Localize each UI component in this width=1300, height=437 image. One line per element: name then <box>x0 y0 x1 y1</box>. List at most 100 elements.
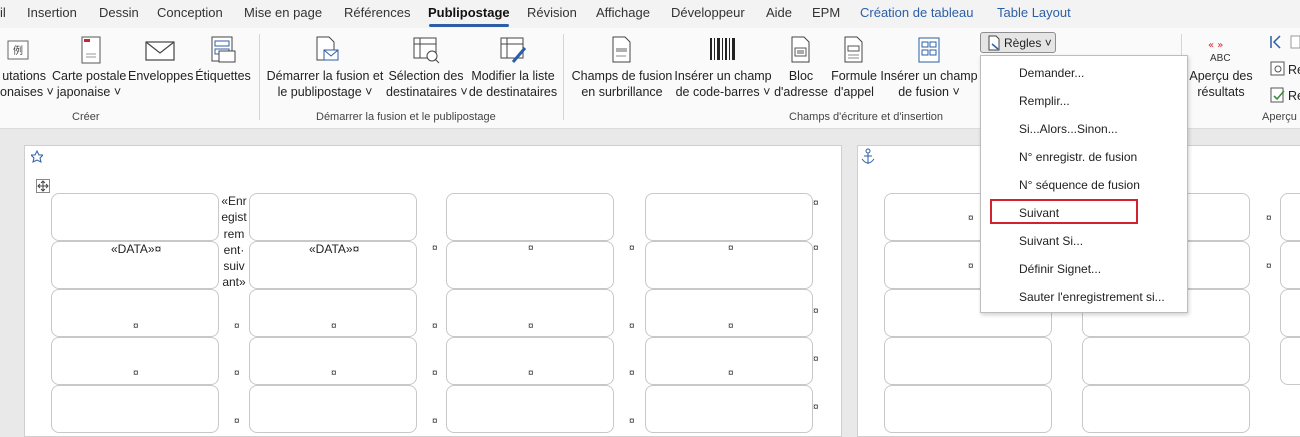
envelopes-label: Enveloppes <box>128 69 194 83</box>
highlight-merge-fields-label-2: en surbrillance <box>581 85 663 99</box>
end-of-row-mark: ¤ <box>813 243 819 254</box>
labels-icon <box>211 36 236 63</box>
end-of-cell-mark: ¤ <box>234 321 240 332</box>
address-block-icon <box>791 36 810 63</box>
tab-epm[interactable]: EPM <box>812 5 840 20</box>
tab-revision[interactable]: Révision <box>527 5 577 20</box>
insert-merge-field-icon <box>918 37 940 63</box>
rules-dropdown-button[interactable]: Règles ˅ <box>980 32 1056 53</box>
start-mail-merge-label-1: Démarrer la fusion et <box>266 69 384 83</box>
label-cell[interactable] <box>1280 241 1300 289</box>
end-of-cell-mark: ¤ <box>432 416 438 427</box>
edit-recipient-list-label-1: Modifier la liste <box>471 69 555 83</box>
highlight-merge-fields-button[interactable]: Champs de fusion en surbrillance <box>570 36 674 100</box>
check-errors-label[interactable]: Re <box>1288 88 1300 104</box>
tab-mise-en-page[interactable]: Mise en page <box>244 5 322 20</box>
tab-table-layout[interactable]: Table Layout <box>997 5 1071 20</box>
first-record-icon[interactable] <box>1268 34 1284 50</box>
end-of-cell-mark: ¤ <box>331 321 337 332</box>
labels-button[interactable]: Étiquettes <box>194 36 252 84</box>
edit-recipient-list-button[interactable]: Modifier la liste de destinataires <box>468 37 558 100</box>
end-of-cell-mark: ¤ <box>629 416 635 427</box>
end-of-row-mark: ¤ <box>813 354 819 365</box>
tab-affichage[interactable]: Affichage <box>596 5 650 20</box>
label-cell[interactable] <box>1280 337 1300 385</box>
end-of-cell-mark: ¤ <box>728 368 734 379</box>
tab-aide[interactable]: Aide <box>766 5 792 20</box>
end-of-cell-mark: ¤ <box>728 321 734 332</box>
document-page: «DATA»¤ «Enr egist rem ent· suiv ant» «D… <box>24 145 842 437</box>
group-separator <box>259 34 260 120</box>
end-of-cell-mark: ¤ <box>432 368 438 379</box>
menu-item-si-alors-sinon[interactable]: Si...Alors...Sinon... <box>1019 122 1118 136</box>
end-of-cell-mark: ¤ <box>629 243 635 254</box>
tab-fichier-partial[interactable]: il <box>0 5 6 20</box>
preview-results-label-2: résultats <box>1197 85 1245 99</box>
group-label-demarrer: Démarrer la fusion et le publipostage <box>316 111 496 123</box>
menu-item-merge-record-number[interactable]: N° enregistr. de fusion <box>1019 150 1137 164</box>
menu-item-merge-sequence-number[interactable]: N° séquence de fusion <box>1019 178 1140 192</box>
table-move-handle-icon[interactable] <box>36 179 50 193</box>
menu-item-definir-signet[interactable]: Définir Signet... <box>1019 262 1101 276</box>
select-recipients-button[interactable]: Sélection des destinataires ˅ <box>386 37 468 100</box>
end-of-cell-mark: ¤ <box>432 321 438 332</box>
menu-item-suivant-si[interactable]: Suivant Si... <box>1019 234 1083 248</box>
envelopes-button[interactable]: Enveloppes <box>128 41 194 84</box>
menu-item-demander[interactable]: Demander... <box>1019 66 1084 80</box>
start-mail-merge-button[interactable]: Démarrer la fusion et le publipostage ˅ <box>266 36 384 100</box>
preview-arrows-icon: « » <box>1208 40 1223 50</box>
check-errors-icon <box>1270 87 1285 103</box>
insert-barcode-field-button[interactable]: Insérer un champ de code-barres ˅ <box>674 38 772 100</box>
label-cell[interactable] <box>446 193 614 241</box>
label-cell[interactable] <box>51 385 219 433</box>
japanese-greetings-label-1: utations <box>2 69 46 83</box>
tab-developpeur[interactable]: Développeur <box>671 5 745 20</box>
labels-label: Étiquettes <box>195 69 251 83</box>
japanese-greetings-label-2: onaises ˅ <box>0 85 54 99</box>
group-label-champs: Champs d'écriture et d'insertion <box>789 111 943 123</box>
label-cell[interactable] <box>249 193 417 241</box>
label-cell[interactable] <box>1280 193 1300 241</box>
select-recipients-icon <box>413 37 440 64</box>
label-cell[interactable] <box>645 193 813 241</box>
merge-field-data: «DATA»¤ <box>111 242 162 256</box>
end-of-cell-mark: ¤ <box>1266 213 1272 224</box>
menu-item-remplir[interactable]: Remplir... <box>1019 94 1070 108</box>
tab-publipostage[interactable]: Publipostage <box>428 5 510 20</box>
label-cell[interactable] <box>884 385 1052 433</box>
tab-references[interactable]: Références <box>344 5 410 20</box>
tab-creation-de-tableau[interactable]: Création de tableau <box>860 5 973 20</box>
insert-merge-field-label-1: Insérer un champ <box>880 69 978 83</box>
rules-dropdown-menu: Demander... Remplir... Si...Alors...Sino… <box>980 55 1188 313</box>
tab-conception[interactable]: Conception <box>157 5 223 20</box>
active-tab-indicator <box>429 24 509 27</box>
label-cell[interactable] <box>249 385 417 433</box>
tab-dessin[interactable]: Dessin <box>99 5 139 20</box>
find-recipient-label[interactable]: Re <box>1288 62 1300 78</box>
end-of-cell-mark: ¤ <box>234 416 240 427</box>
end-of-cell-mark: ¤ <box>133 368 139 379</box>
label-cell[interactable] <box>1082 337 1250 385</box>
previous-record-icon[interactable] <box>1290 34 1300 50</box>
label-cell[interactable] <box>1082 385 1250 433</box>
menu-item-skip-record-if[interactable]: Sauter l'enregistrement si... <box>1019 290 1165 304</box>
tab-insertion[interactable]: Insertion <box>27 5 77 20</box>
address-block-button[interactable]: Bloc d'adresse <box>774 36 828 100</box>
japanese-postcard-label-2: japonaise ˅ <box>56 85 122 99</box>
japanese-greetings-button[interactable]: 例 utations onaises ˅ <box>0 40 54 100</box>
label-cell[interactable] <box>1280 289 1300 337</box>
next-record-field: «Enr egist rem ent· suiv ant» <box>221 194 247 290</box>
greeting-line-button[interactable]: Formule d'appel <box>828 36 880 100</box>
insert-merge-field-button[interactable]: Insérer un champ de fusion ˅ <box>880 37 978 100</box>
find-recipient-icon <box>1270 61 1285 76</box>
japanese-greeting-icon: 例 <box>7 40 29 60</box>
label-cell[interactable] <box>645 385 813 433</box>
label-cell[interactable] <box>446 385 614 433</box>
japanese-postcard-button[interactable]: Carte postale japonaise ˅ <box>52 36 126 100</box>
label-cell[interactable] <box>884 337 1052 385</box>
end-of-cell-mark: ¤ <box>234 368 240 379</box>
preview-results-button[interactable]: « » ABC Aperçu des résultats <box>1188 40 1254 100</box>
end-of-cell-mark: ¤ <box>331 368 337 379</box>
end-of-cell-mark: ¤ <box>528 243 534 254</box>
label-cell[interactable] <box>51 193 219 241</box>
